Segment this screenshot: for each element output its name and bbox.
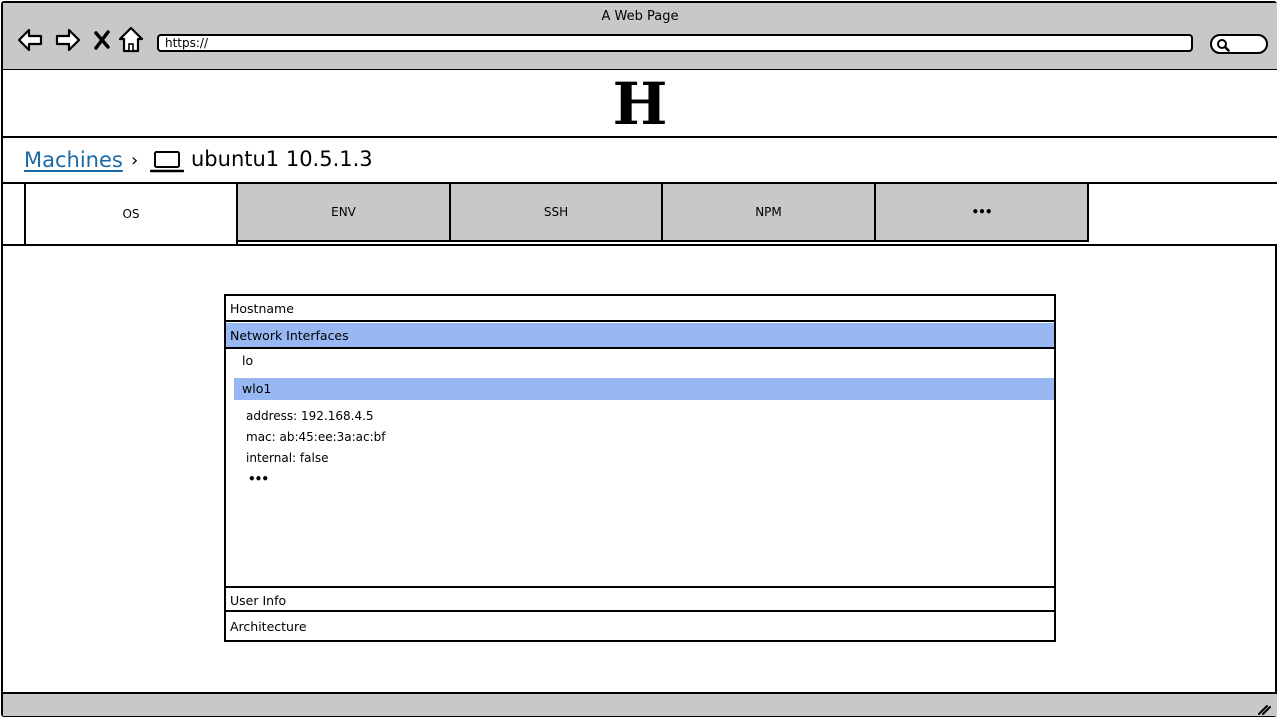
breadcrumb-separator: › [131,150,139,171]
breadcrumb: Machines › ubuntu1 10.5.1.3 [3,138,1277,184]
url-input[interactable]: https:// [157,34,1193,52]
interface-mac: mac: ab:45:ee:3a:ac:bf [246,430,386,444]
close-icon[interactable] [87,25,117,55]
status-bar [3,692,1277,716]
search-input[interactable] [1210,34,1268,54]
network-interfaces-panel: lo wlo1 address: 192.168.4.5 mac: ab:45:… [226,350,1054,586]
interface-internal: internal: false [246,451,329,465]
accordion-network-interfaces[interactable]: Network Interfaces [226,323,1054,349]
site-logo[interactable]: H [3,72,1277,136]
resize-grip-icon[interactable] [1257,700,1271,719]
tab-npm[interactable]: NPM [661,184,876,242]
accordion-hostname[interactable]: Hostname [226,296,1054,322]
tab-ssh[interactable]: SSH [449,184,663,242]
breadcrumb-machines-link[interactable]: Machines [24,148,123,172]
back-arrow-icon[interactable] [15,25,45,55]
site-header: H [3,70,1277,138]
tab-os[interactable]: OS [24,184,238,244]
tab-more[interactable]: ••• [874,184,1089,242]
tab-env[interactable]: ENV [236,184,451,242]
forward-arrow-icon[interactable] [53,25,83,55]
interface-item-wlo1[interactable]: wlo1 [234,378,1054,400]
interface-item-lo[interactable]: lo [234,350,1054,372]
more-details-ellipsis[interactable]: ••• [248,472,269,486]
tab-bar: OS ENV SSH NPM ••• [3,184,1277,246]
browser-toolbar: A Web Page https:// [3,3,1277,71]
os-accordion: Hostname Network Interfaces lo wlo1 addr… [224,294,1056,642]
search-icon [1217,39,1230,52]
laptop-icon [149,150,185,178]
window-title: A Web Page [601,9,679,24]
accordion-architecture[interactable]: Architecture [226,614,1054,640]
breadcrumb-current: ubuntu1 10.5.1.3 [191,147,373,171]
accordion-user-info[interactable]: User Info [226,586,1054,612]
home-icon[interactable] [116,25,146,55]
interface-address: address: 192.168.4.5 [246,409,374,423]
